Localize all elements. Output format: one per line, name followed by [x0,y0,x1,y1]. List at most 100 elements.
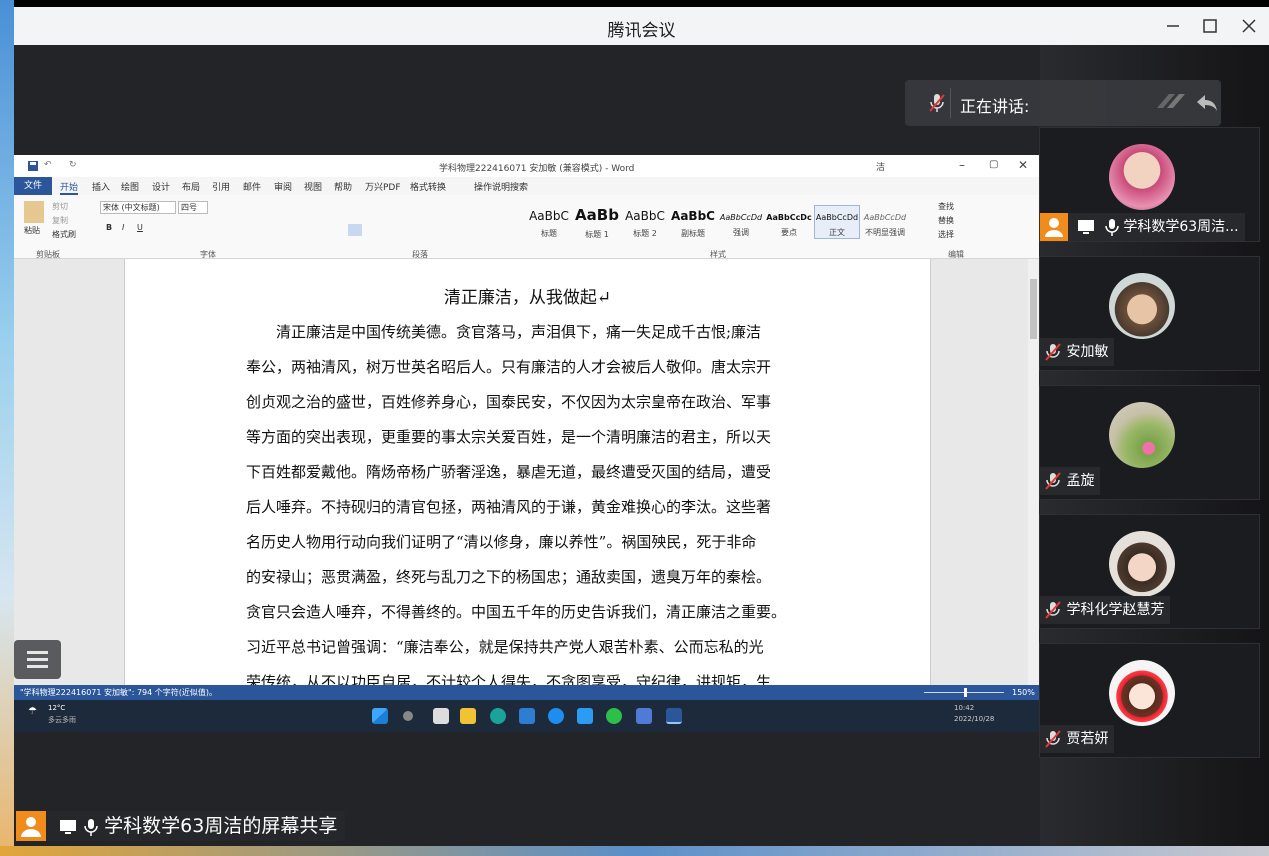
word-count-text: "学科物理222416071 安加敏": 794 个字符(近似值)。 [20,688,218,697]
cut-button[interactable]: 剪切 [52,201,68,212]
align-center-button[interactable] [348,224,362,236]
task-view-icon[interactable] [433,708,449,724]
zoom-slider-thumb[interactable] [964,688,967,697]
mic-icon [1105,219,1119,236]
host-icon [1040,213,1068,241]
tab-mailings[interactable]: 邮件 [243,180,261,193]
tab-help[interactable]: 帮助 [334,180,352,193]
avatar [1109,144,1175,210]
style-heading2[interactable]: AaBbC 标题 2 [622,205,668,239]
paste-button[interactable]: 粘贴 [24,225,40,236]
font-name-select[interactable]: 宋体 (中文标题) [100,201,176,214]
copy-button[interactable]: 复制 [52,215,68,226]
italic-button[interactable]: I [122,223,124,232]
browser-icon[interactable] [548,708,564,724]
select-button[interactable]: 选择 [938,229,954,240]
participant-name-tag: 安加敏 [1040,338,1115,366]
document-line: 的安禄山；恶贯满盈，终死与乱刀之下的杨国忠；通敌卖国，遗臭万年的秦桧。 [246,568,772,586]
zoom-level: 150% [1012,688,1035,697]
replace-button[interactable]: 替换 [938,215,954,226]
document-line: 创贞观之治的盛世，百姓修养身心，国泰民安，不仅因为太宗皇帝在政治、军事 [246,393,772,411]
word-ribbon-tabs: 文件 开始 插入 绘图 设计 布局 引用 邮件 审阅 视图 帮助 万兴PDF 格… [14,177,1039,195]
font-size-select[interactable]: 四号 [178,201,208,214]
mic-muted-icon [1045,730,1061,748]
participant-tile[interactable]: 孟旋 [1039,385,1260,500]
document-page[interactable]: 清正廉洁，从我做起↵ 清正廉洁是中国传统美德。贪官落马，声泪俱下，痛一失足成千古… [124,259,931,691]
style-preview: AaBbCcDd [815,213,859,222]
tab-references[interactable]: 引用 [212,180,230,193]
speaker-wave-icon [1157,94,1185,108]
tab-insert[interactable]: 插入 [92,180,110,193]
word-taskbar-icon[interactable] [666,708,682,724]
document-line: 下百姓都爱戴他。隋炀帝杨广骄奢淫逸，暴虐无道，最终遭受灭国的结局，遭受 [246,463,772,481]
style-name: 标题 1 [585,230,609,239]
bold-button[interactable]: B [106,223,112,232]
style-subtle-emphasis[interactable]: AaBbCcDd 不明显强调 [862,205,908,239]
document-line: 后人唾弃。不持砚归的清官包拯，两袖清风的于谦，黄金难换心的李汰。这些著 [246,498,772,516]
store-icon[interactable] [519,708,535,724]
scrollbar-thumb[interactable] [1030,279,1037,339]
shared-taskbar: ☂ 12°C 多云多雨 10:42 2022/10/28 [14,700,1039,732]
participant-tile[interactable]: 学科化学赵慧芳 [1039,514,1260,629]
find-button[interactable]: 查找 [938,201,954,212]
speaking-label: 正在讲话: [960,97,1030,116]
tab-search[interactable]: 操作说明搜索 [474,180,528,193]
tab-design[interactable]: 设计 [152,180,170,193]
style-title[interactable]: AaBbC 标题 [526,205,572,239]
mic-muted-icon [1045,343,1061,361]
reply-arrow-icon[interactable] [1195,90,1219,116]
floating-menu-button[interactable] [14,640,61,679]
style-emphasis[interactable]: AaBbCcDd 强调 [718,205,764,239]
participant-tile[interactable]: 学科数学63周洁... [1039,127,1260,242]
style-strong[interactable]: AaBbCcDc 要点 [766,205,812,239]
document-line: 习近平总书记曾强调：“廉洁奉公，就是保持共产党人艰苦朴素、公而忘私的光 [246,638,764,656]
tab-view[interactable]: 视图 [304,180,322,193]
screen-share-label: 学科数学63周洁的屏幕共享 [16,811,346,841]
word-restore-icon[interactable]: ▢ [989,159,998,170]
minimize-button[interactable] [1160,13,1186,39]
underline-button[interactable]: U [137,223,143,232]
photos-icon[interactable] [577,708,593,724]
style-name: 要点 [781,228,797,237]
participant-tile[interactable]: 安加敏 [1039,256,1260,371]
app-icon[interactable] [636,708,652,724]
style-name: 强调 [733,228,749,237]
tab-convert[interactable]: 格式转换 [410,180,446,193]
desktop-taskbar-edge [0,846,1269,856]
tab-pdf[interactable]: 万兴PDF [365,180,401,193]
screen-share-icon [1078,220,1095,234]
document-line: 名历史人物用行动向我们证明了“清以修身，廉以养性”。祸国殃民，死于非命 [246,533,757,551]
tab-home[interactable]: 开始 [60,180,79,195]
participant-tile[interactable]: 贾若妍 [1039,643,1260,758]
redo-icon[interactable]: ↻ [69,160,77,170]
title-bar: 腾讯会议 [14,7,1269,45]
word-title-bar: ↶ ↻ 学科物理222416071 安加敏 (兼容模式) - Word 洁 – … [14,155,1039,177]
format-painter-button[interactable]: 格式刷 [52,229,76,240]
menu-icon [27,651,48,654]
style-name: 不明显强调 [865,228,905,237]
style-heading1[interactable]: AaBb 标题 1 [574,205,620,239]
word-minimize-icon[interactable]: – [959,158,965,172]
word-close-icon[interactable]: ✕ [1018,158,1028,172]
word-status-bar: "学科物理222416071 安加敏": 794 个字符(近似值)。 150% [14,685,1039,700]
file-explorer-icon[interactable] [460,708,476,724]
search-icon[interactable] [403,711,413,721]
wechat-icon[interactable] [606,708,622,724]
vertical-scrollbar[interactable] [1028,259,1039,685]
tab-layout[interactable]: 布局 [182,180,200,193]
screen-share-icon [60,819,77,834]
save-icon[interactable] [28,161,38,171]
close-button[interactable] [1236,13,1262,39]
style-name: 正文 [829,228,845,237]
maximize-button[interactable] [1197,13,1223,39]
edge-icon[interactable] [490,708,506,724]
undo-icon[interactable]: ↶ [44,160,52,170]
windows-start-icon[interactable] [372,708,388,724]
paste-icon[interactable] [24,201,44,223]
style-normal[interactable]: AaBbCcDd 正文 [814,205,860,239]
style-subtitle[interactable]: AaBbC 副标题 [670,205,716,239]
menu-icon-line [27,665,48,668]
tab-file[interactable]: 文件 [14,177,52,195]
tab-review[interactable]: 审阅 [274,180,292,193]
tab-draw[interactable]: 绘图 [121,180,139,193]
